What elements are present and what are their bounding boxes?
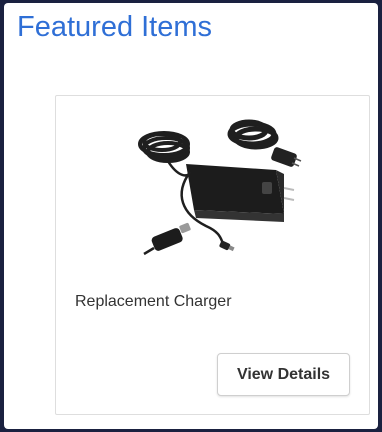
product-name: Replacement Charger	[75, 293, 232, 310]
featured-panel: Featured Items Replacement Charger View …	[4, 3, 378, 429]
section-title: Featured Items	[17, 11, 213, 43]
window-frame: Featured Items Replacement Charger View …	[0, 0, 382, 432]
coiled-cable	[138, 131, 190, 163]
product-image	[138, 119, 302, 256]
power-brick	[186, 164, 284, 222]
product-card: Replacement Charger View Details	[55, 95, 370, 415]
coiled-power-cord	[227, 119, 279, 150]
view-details-button[interactable]: View Details	[217, 353, 350, 396]
usb-c-connector	[143, 222, 191, 256]
